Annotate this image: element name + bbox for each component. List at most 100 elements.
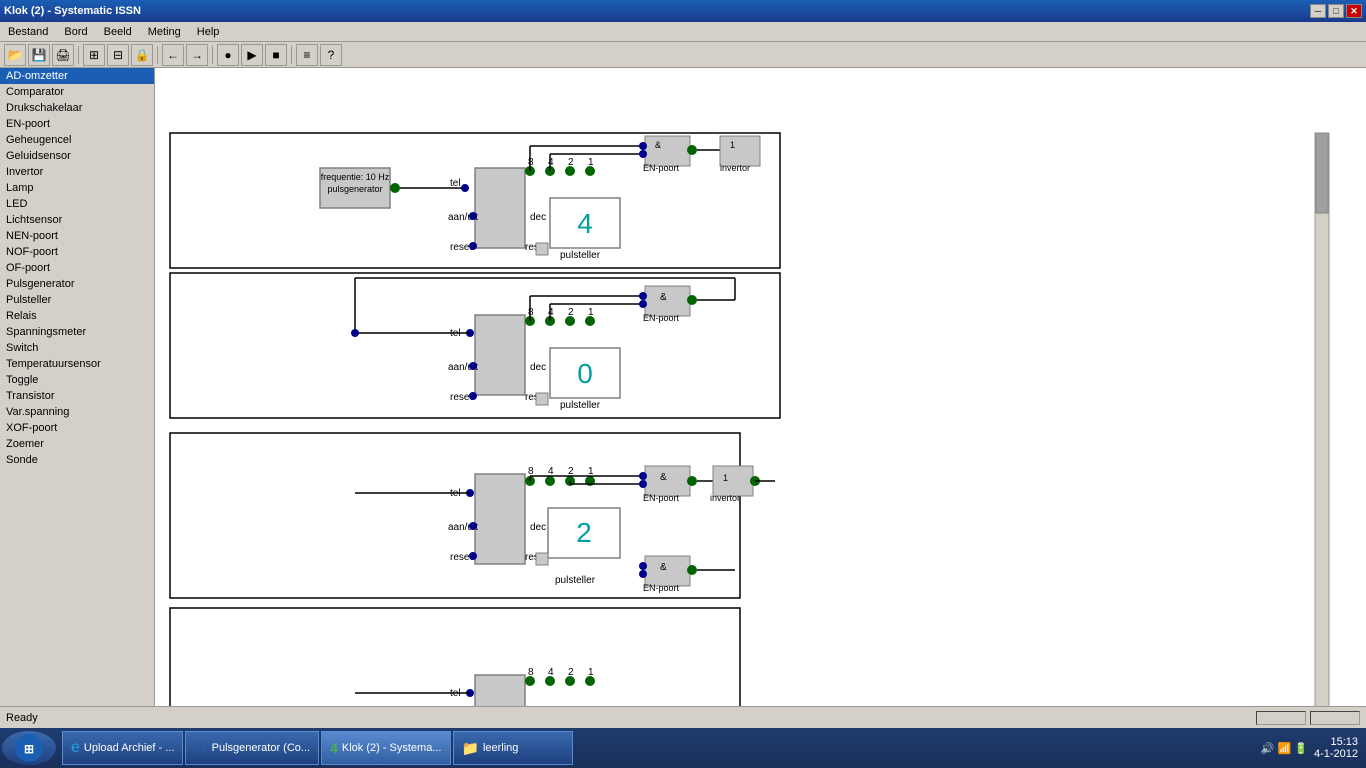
row3-display-value: 2	[576, 517, 592, 548]
row2-node-2	[565, 316, 575, 326]
dot-button[interactable]: ●	[217, 44, 239, 66]
row4-node-2	[565, 676, 575, 686]
grid-button[interactable]: ⊞	[83, 44, 105, 66]
taskbar-app-button[interactable]: 4 Klok (2) - Systema...	[321, 731, 450, 765]
grid2-button[interactable]: ⊟	[107, 44, 129, 66]
sidebar-item-transistor[interactable]: Transistor	[0, 388, 154, 404]
row2-reset-label: reset	[450, 392, 472, 403]
row3-reset-square	[536, 553, 548, 565]
sidebar: AD-omzetter Comparator Drukschakelaar EN…	[0, 68, 155, 706]
row2-reset-node	[469, 392, 477, 400]
row1-en-poort-label: EN-poort	[643, 163, 680, 173]
row1-tel-label: tel	[450, 178, 461, 189]
row1-pulsgen-freq: frequentie: 10 Hz	[321, 172, 390, 182]
start-button[interactable]: ⊞	[2, 731, 56, 765]
row1-en-label1: &	[655, 140, 661, 150]
undo-button[interactable]: ←	[162, 44, 184, 66]
row2-en-amp: &	[660, 292, 667, 303]
sidebar-item-spanningsmeter[interactable]: Spanningsmeter	[0, 324, 154, 340]
sidebar-item-geluidsensor[interactable]: Geluidsensor	[0, 148, 154, 164]
row1-en-in1-node	[639, 142, 647, 150]
row3-reset-label: reset	[450, 552, 472, 563]
row1-inv-value: 1	[730, 140, 735, 150]
row2-display-value: 0	[577, 358, 593, 389]
row1-invertor	[720, 136, 760, 166]
sidebar-item-lamp[interactable]: Lamp	[0, 180, 154, 196]
taskbar-word-label: Pulsgenerator (Co...	[212, 742, 310, 754]
sidebar-item-comparator[interactable]: Comparator	[0, 84, 154, 100]
sidebar-item-toggle[interactable]: Toggle	[0, 372, 154, 388]
sidebar-item-of-poort[interactable]: OF-poort	[0, 260, 154, 276]
sidebar-item-temperatuursensor[interactable]: Temperatuursensor	[0, 356, 154, 372]
row3-en-poort-label-bot: EN-poort	[643, 583, 680, 593]
separator1	[78, 46, 79, 64]
sidebar-item-pulsteller[interactable]: Pulsteller	[0, 292, 154, 308]
row1-en-poort	[645, 136, 690, 166]
sidebar-item-switch[interactable]: Switch	[0, 340, 154, 356]
menu-bestand[interactable]: Bestand	[0, 24, 56, 40]
sidebar-item-relais[interactable]: Relais	[0, 308, 154, 324]
taskbar-folder-button[interactable]: 📁 leerling	[453, 731, 573, 765]
row1-node-1	[585, 166, 595, 176]
redo-button[interactable]: →	[186, 44, 208, 66]
help-button[interactable]: ?	[320, 44, 342, 66]
row1-dec-label: dec	[530, 212, 546, 223]
row2-feedback-node	[351, 329, 359, 337]
row3-en-top-out	[687, 476, 697, 486]
menu-help[interactable]: Help	[189, 24, 228, 40]
sidebar-item-led[interactable]: LED	[0, 196, 154, 212]
sidebar-item-invertor[interactable]: Invertor	[0, 164, 154, 180]
maximize-button[interactable]: □	[1328, 4, 1344, 18]
row1-pulsgen-label: pulsgenerator	[327, 184, 382, 194]
minimize-button[interactable]: ─	[1310, 4, 1326, 18]
sidebar-item-sonde[interactable]: Sonde	[0, 452, 154, 468]
taskbar-word-button[interactable]: W Pulsgenerator (Co...	[185, 731, 319, 765]
row3-en-poort-bot	[645, 556, 690, 586]
save-button[interactable]: 💾	[28, 44, 50, 66]
clock-date: 4-1-2012	[1314, 748, 1358, 760]
sidebar-item-var-spanning[interactable]: Var.spanning	[0, 404, 154, 420]
menu-meting[interactable]: Meting	[140, 24, 189, 40]
sidebar-item-drukschakelaar[interactable]: Drukschakelaar	[0, 100, 154, 116]
clock: 15:13 4-1-2012	[1314, 736, 1358, 760]
row1-pulsteller-label: pulsteller	[560, 250, 601, 261]
row1-pulsgen-node	[390, 183, 400, 193]
sidebar-item-lichtsensor[interactable]: Lichtsensor	[0, 212, 154, 228]
close-button[interactable]: ✕	[1346, 4, 1362, 18]
row1-display-value: 4	[577, 208, 593, 239]
sidebar-item-geheugencel[interactable]: Geheugencel	[0, 132, 154, 148]
row2-node-1	[585, 316, 595, 326]
sidebar-item-nof-poort[interactable]: NOF-poort	[0, 244, 154, 260]
row3-en-bot-out	[687, 565, 697, 575]
sidebar-item-xof-poort[interactable]: XOF-poort	[0, 420, 154, 436]
open-button[interactable]: 📂	[4, 44, 26, 66]
taskbar-ie-label: Upload Archief - ...	[84, 742, 175, 754]
row3-invertor-label: invertor	[710, 493, 740, 503]
row2-en-in1	[639, 292, 647, 300]
lock-button[interactable]: 🔒	[131, 44, 153, 66]
row2-aan-node	[469, 362, 477, 370]
scroll-track[interactable]	[1315, 133, 1329, 706]
taskbar-ie-button[interactable]: e Upload Archief - ...	[62, 731, 183, 765]
row3-dec-label: dec	[530, 522, 546, 533]
play-button[interactable]: ▶	[241, 44, 263, 66]
row1-en-output-node	[687, 145, 697, 155]
canvas-area[interactable]: frequentie: 10 Hz pulsgenerator tel aan/…	[155, 68, 1366, 706]
list-button[interactable]: ≡	[296, 44, 318, 66]
sidebar-item-en-poort[interactable]: EN-poort	[0, 116, 154, 132]
row2-counter	[475, 315, 525, 395]
sidebar-item-nen-poort[interactable]: NEN-poort	[0, 228, 154, 244]
menu-bord[interactable]: Bord	[56, 24, 95, 40]
taskbar-folder-label: leerling	[483, 742, 518, 754]
menubar: Bestand Bord Beeld Meting Help	[0, 22, 1366, 42]
separator4	[291, 46, 292, 64]
menu-beeld[interactable]: Beeld	[96, 24, 140, 40]
stop-button[interactable]: ■	[265, 44, 287, 66]
sidebar-item-zoemer[interactable]: Zoemer	[0, 436, 154, 452]
scroll-thumb[interactable]	[1316, 133, 1328, 213]
row1-en-in2-node	[639, 150, 647, 158]
sidebar-item-ad-omzetter[interactable]: AD-omzetter	[0, 68, 154, 84]
row3-en-poort-label-top: EN-poort	[643, 493, 680, 503]
print-button[interactable]: 🖨	[52, 44, 74, 66]
sidebar-item-pulsgenerator[interactable]: Pulsgenerator	[0, 276, 154, 292]
